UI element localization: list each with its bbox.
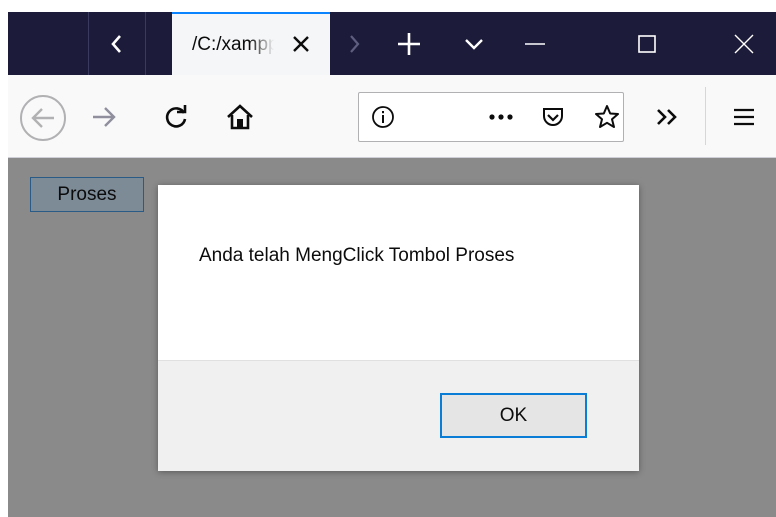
ellipsis-icon (489, 114, 513, 120)
forward-button[interactable] (84, 97, 124, 137)
star-icon (595, 105, 619, 128)
home-button[interactable] (220, 97, 260, 137)
new-tab-button[interactable] (382, 12, 436, 75)
minimize-button[interactable] (498, 12, 572, 75)
dialog-footer: OK (158, 360, 639, 471)
reload-icon (165, 105, 187, 128)
maximize-button[interactable] (610, 12, 684, 75)
chevron-left-icon (111, 34, 121, 53)
tab-scroll-left-button[interactable] (88, 12, 146, 75)
main-menu-button[interactable] (724, 97, 764, 137)
info-icon[interactable] (371, 105, 395, 129)
home-icon (227, 104, 253, 130)
url-input[interactable] (403, 93, 473, 141)
overflow-menu-button[interactable] (648, 97, 688, 137)
back-arrow-icon (31, 108, 54, 128)
tab-title: /C:/xampp (192, 33, 274, 55)
close-icon (734, 34, 754, 53)
browser-window: /C:/xampp Proses Anda telah MengClick To… (0, 0, 776, 517)
list-all-tabs-button[interactable] (450, 12, 498, 75)
tab-active[interactable]: /C:/xampp (172, 12, 330, 75)
navigation-toolbar (8, 75, 776, 158)
alert-dialog: Anda telah MengClick Tombol Proses OK (158, 185, 639, 471)
toolbar-divider (705, 87, 706, 145)
tab-strip: /C:/xampp (8, 12, 776, 75)
close-window-button[interactable] (712, 12, 776, 75)
plus-icon (398, 32, 420, 55)
maximize-icon (638, 34, 656, 53)
chevron-right-icon (350, 34, 360, 53)
hamburger-menu-icon (734, 108, 754, 126)
ok-button[interactable]: OK (440, 393, 587, 438)
page-content: Proses Anda telah MengClick Tombol Prose… (8, 158, 776, 517)
forward-arrow-icon (93, 107, 116, 127)
chevron-down-icon (465, 38, 483, 50)
proses-button[interactable]: Proses (30, 177, 144, 212)
close-icon[interactable] (290, 33, 312, 55)
pocket-icon (543, 108, 563, 126)
overflow-icon (657, 109, 677, 125)
tab-scroll-right-button[interactable] (334, 12, 374, 75)
address-bar[interactable] (358, 92, 624, 142)
dialog-message: Anda telah MengClick Tombol Proses (199, 245, 515, 266)
page-actions-button[interactable] (487, 103, 515, 131)
minimize-icon (525, 42, 545, 45)
reload-button[interactable] (156, 97, 196, 137)
back-button[interactable] (20, 95, 66, 141)
bookmark-button[interactable] (593, 103, 621, 131)
save-to-pocket-button[interactable] (539, 103, 567, 131)
